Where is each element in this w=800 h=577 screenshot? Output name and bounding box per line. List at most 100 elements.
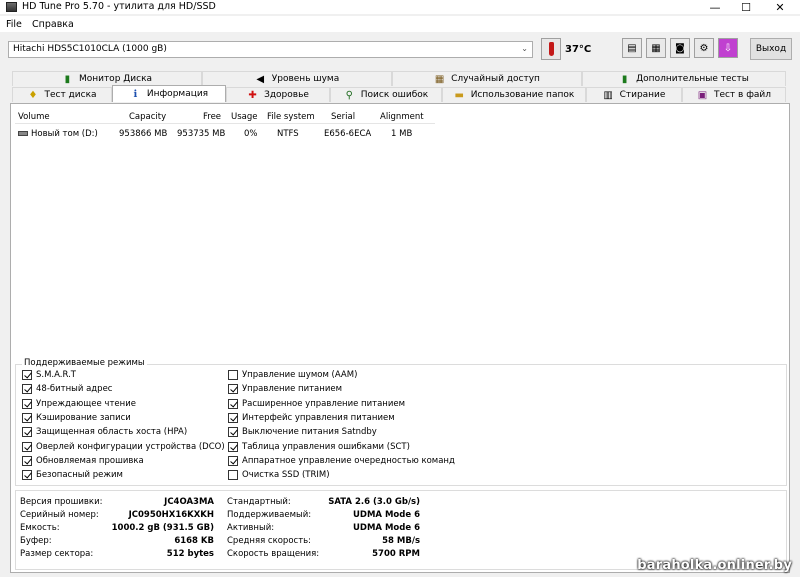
save-down-arrow-icon[interactable]: ⇩ bbox=[718, 38, 738, 58]
maximize-icon[interactable]: ☐ bbox=[731, 0, 761, 14]
app-icon bbox=[6, 2, 17, 12]
feature-checkbox[interactable]: Выключение питания Satndby bbox=[228, 426, 377, 438]
watermark: baraholka.onliner.by bbox=[637, 558, 792, 573]
feature-checkbox[interactable]: Интерфейс управления питанием bbox=[228, 412, 395, 424]
feature-label: Упреждающее чтение bbox=[36, 398, 136, 409]
checkbox-unchecked-icon[interactable] bbox=[228, 470, 238, 481]
minimize-icon[interactable]: — bbox=[700, 0, 730, 14]
tab-random-access[interactable]: ▦ Случайный доступ bbox=[392, 71, 582, 86]
col-serial[interactable]: Serial bbox=[331, 112, 355, 122]
extra-tests-icon: ▮ bbox=[621, 73, 628, 85]
checkbox-checked-icon[interactable] bbox=[22, 455, 32, 466]
exit-button[interactable]: Выход bbox=[750, 38, 792, 60]
info-value: SATA 2.6 (3.0 Gb/s) bbox=[328, 497, 420, 507]
monitor-icon: ▮ bbox=[64, 73, 71, 85]
window-title: HD Tune Pro 5.70 - утилита для HD/SSD bbox=[22, 1, 216, 12]
feature-checkbox[interactable]: Управление питанием bbox=[228, 383, 342, 395]
supported-modes-group: Поддерживаемые режимы S.M.A.R.T 48-битный… bbox=[15, 358, 787, 486]
copy-info-icon[interactable]: ▤ bbox=[622, 38, 642, 58]
checkbox-checked-icon[interactable] bbox=[22, 384, 32, 395]
feature-checkbox[interactable]: Кэширование записи bbox=[22, 412, 131, 424]
checkbox-checked-icon[interactable] bbox=[228, 427, 238, 438]
tab-info[interactable]: ℹ Информация bbox=[112, 85, 226, 102]
tab-folder-usage[interactable]: ▬ Использование папок bbox=[442, 87, 586, 102]
checkbox-checked-icon[interactable] bbox=[22, 398, 32, 409]
checkbox-checked-icon[interactable] bbox=[22, 370, 32, 380]
info-value: 1000.2 gB (931.5 GB) bbox=[111, 523, 214, 533]
feature-label: Управление питанием bbox=[242, 384, 342, 395]
info-value: JC0950HX16KXKH bbox=[128, 510, 214, 520]
volume-capacity: 953866 MB bbox=[119, 129, 168, 139]
col-free[interactable]: Free bbox=[203, 112, 221, 122]
info-label: Емкость: bbox=[20, 523, 60, 533]
feature-checkbox[interactable]: Защищенная область хоста (HPA) bbox=[22, 426, 187, 438]
feature-label: Очистка SSD (TRIM) bbox=[242, 470, 330, 481]
checkbox-checked-icon[interactable] bbox=[228, 398, 238, 409]
checkbox-checked-icon[interactable] bbox=[228, 384, 238, 395]
volume-file-system: NTFS bbox=[277, 129, 299, 139]
col-alignment[interactable]: Alignment bbox=[380, 112, 424, 122]
info-panel: Volume Capacity Free Usage File system S… bbox=[10, 103, 790, 573]
feature-label: Расширенное управление питанием bbox=[242, 398, 406, 409]
options-icon[interactable]: ⚙ bbox=[694, 38, 714, 58]
file-test-icon: ▣ bbox=[697, 89, 708, 101]
camera-icon[interactable]: ◙ bbox=[670, 38, 690, 58]
col-volume[interactable]: Volume bbox=[18, 112, 50, 122]
checkbox-unchecked-icon[interactable] bbox=[228, 370, 238, 380]
info-value: 512 bytes bbox=[166, 549, 214, 559]
tab-noise-level[interactable]: ◀ Уровень шума bbox=[202, 71, 392, 86]
close-icon[interactable]: ✕ bbox=[765, 0, 795, 14]
feature-label: Оверлей конфигурации устройства (DCO) bbox=[36, 441, 225, 452]
temperature-readout: 37°C bbox=[565, 44, 592, 55]
feature-checkbox[interactable]: Очистка SSD (TRIM) bbox=[228, 469, 330, 481]
col-file-system[interactable]: File system bbox=[267, 112, 315, 122]
checkbox-checked-icon[interactable] bbox=[22, 412, 32, 423]
info-label: Серийный номер: bbox=[20, 510, 99, 520]
feature-checkbox[interactable]: Расширенное управление питанием bbox=[228, 398, 405, 410]
folder-icon: ▬ bbox=[454, 89, 464, 101]
checkbox-checked-icon[interactable] bbox=[228, 441, 238, 452]
magnifier-icon: ⚲ bbox=[345, 89, 353, 101]
volume-serial: E656-6ECA bbox=[324, 129, 372, 139]
info-value: 5700 RPM bbox=[372, 549, 420, 559]
info-value: JC4OA3MA bbox=[164, 497, 214, 507]
menu-help[interactable]: Справка bbox=[32, 19, 74, 30]
feature-label: Таблица управления ошибками (SCT) bbox=[242, 441, 410, 452]
feature-checkbox[interactable]: Обновляемая прошивка bbox=[22, 455, 144, 467]
feature-label: Кэширование записи bbox=[36, 412, 131, 423]
feature-checkbox[interactable]: Упреждающее чтение bbox=[22, 398, 136, 410]
tab-error-scan[interactable]: ⚲ Поиск ошибок bbox=[330, 87, 442, 102]
checkbox-checked-icon[interactable] bbox=[22, 441, 32, 452]
feature-checkbox[interactable]: Таблица управления ошибками (SCT) bbox=[228, 441, 410, 453]
tab-disk-test[interactable]: ♦ Тест диска bbox=[12, 87, 112, 102]
volume-free: 953735 MB bbox=[177, 129, 226, 139]
col-usage[interactable]: Usage bbox=[231, 112, 257, 122]
feature-checkbox[interactable]: S.M.A.R.T bbox=[22, 369, 76, 381]
checkbox-checked-icon[interactable] bbox=[228, 412, 238, 423]
feature-checkbox[interactable]: Управление шумом (AAM) bbox=[228, 369, 357, 381]
feature-checkbox[interactable]: Аппаратное управление очередностью коман… bbox=[228, 455, 455, 467]
copy-all-icon[interactable]: ▦ bbox=[646, 38, 666, 58]
volume-name: Новый том (D:) bbox=[18, 129, 98, 139]
info-label: Активный: bbox=[227, 523, 275, 533]
chevron-down-icon[interactable]: ⌄ bbox=[521, 44, 528, 53]
checkbox-checked-icon[interactable] bbox=[22, 427, 32, 438]
feature-checkbox[interactable]: Оверлей конфигурации устройства (DCO) bbox=[22, 441, 225, 453]
col-capacity[interactable]: Capacity bbox=[129, 112, 166, 122]
feature-checkbox[interactable]: Безопасный режим bbox=[22, 469, 123, 481]
tab-erase[interactable]: ▥ Стирание bbox=[586, 87, 682, 102]
feature-label: Защищенная область хоста (HPA) bbox=[36, 427, 188, 438]
info-label: Скорость вращения: bbox=[227, 549, 320, 559]
tab-file-test[interactable]: ▣ Тест в файл bbox=[682, 87, 786, 102]
tab-extra-tests[interactable]: ▮ Дополнительные тесты bbox=[582, 71, 786, 86]
toolbar: Hitachi HDS5C1010CLA (1000 gB) ⌄ 37°C ▤ … bbox=[0, 33, 800, 63]
feature-checkbox[interactable]: 48-битный адрес bbox=[22, 383, 112, 395]
menu-bar: File Справка bbox=[0, 16, 800, 32]
tab-health[interactable]: ✚ Здоровье bbox=[226, 87, 330, 102]
feature-label: Управление шумом (AAM) bbox=[242, 370, 358, 380]
drive-select[interactable]: Hitachi HDS5C1010CLA (1000 gB) ⌄ bbox=[8, 41, 533, 58]
checkbox-checked-icon[interactable] bbox=[228, 455, 238, 466]
checkbox-checked-icon[interactable] bbox=[22, 470, 32, 481]
menu-file[interactable]: File bbox=[6, 19, 22, 30]
tab-disk-monitor[interactable]: ▮ Монитор Диска bbox=[12, 71, 202, 86]
